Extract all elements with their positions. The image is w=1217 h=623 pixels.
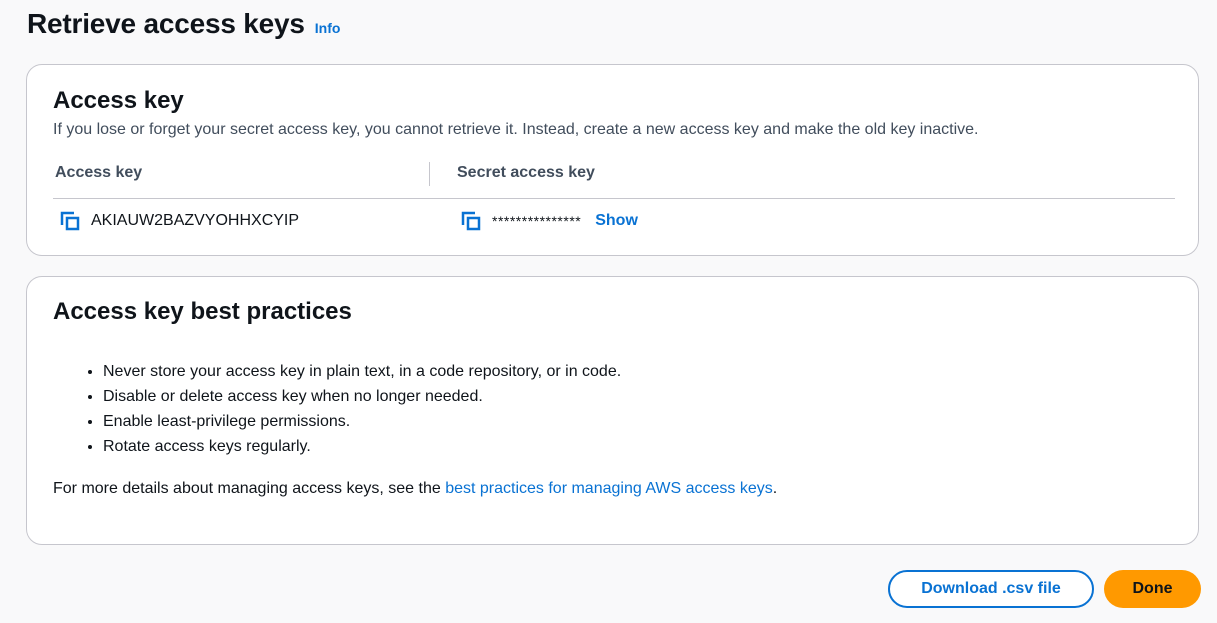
- page-header: Retrieve access keys Info: [27, 8, 340, 40]
- list-item: Disable or delete access key when no lon…: [103, 384, 621, 409]
- table-header-divider: [53, 198, 1175, 199]
- column-header-secret-access-key: Secret access key: [457, 164, 595, 181]
- best-practices-link[interactable]: best practices for managing AWS access k…: [445, 480, 773, 497]
- column-header-access-key: Access key: [55, 164, 143, 181]
- copy-icon[interactable]: [59, 210, 81, 232]
- access-key-container: Access key If you lose or forget your se…: [26, 64, 1199, 256]
- done-button[interactable]: Done: [1104, 570, 1201, 608]
- copy-icon[interactable]: [460, 210, 482, 232]
- list-item: Rotate access keys regularly.: [103, 434, 621, 459]
- footer-prefix-text: For more details about managing access k…: [53, 480, 446, 497]
- best-practices-footer: For more details about managing access k…: [53, 480, 777, 498]
- info-link[interactable]: Info: [315, 20, 341, 36]
- secret-access-key-cell: *************** Show: [460, 210, 638, 232]
- best-practices-title: Access key best practices: [53, 298, 352, 325]
- list-item: Never store your access key in plain tex…: [103, 359, 621, 384]
- secret-access-key-mask: ***************: [492, 213, 582, 229]
- access-key-cell: AKIAUW2BAZVYOHHXCYIP: [59, 210, 299, 232]
- show-secret-button[interactable]: Show: [595, 212, 638, 230]
- access-key-description: If you lose or forget your secret access…: [53, 121, 979, 138]
- page-title: Retrieve access keys: [27, 8, 305, 39]
- access-key-value: AKIAUW2BAZVYOHHXCYIP: [91, 212, 300, 229]
- best-practices-container: Access key best practices Never store yo…: [26, 276, 1199, 545]
- footer-suffix-text: .: [772, 480, 778, 497]
- list-item: Enable least-privilege permissions.: [103, 409, 621, 434]
- column-divider: [429, 162, 430, 186]
- download-csv-button[interactable]: Download .csv file: [888, 570, 1094, 608]
- best-practices-list: Never store your access key in plain tex…: [77, 359, 621, 459]
- access-key-title: Access key: [53, 87, 184, 114]
